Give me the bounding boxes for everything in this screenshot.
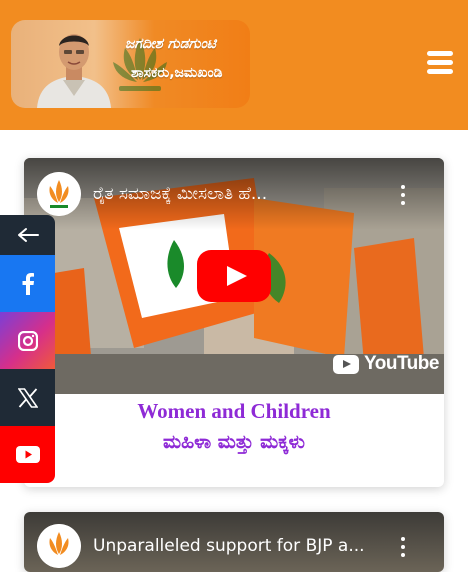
- video-card[interactable]: Unparalleled support for BJP a...: [24, 512, 444, 572]
- facebook-icon: [22, 272, 34, 295]
- bjp-lotus-icon[interactable]: [37, 172, 81, 216]
- instagram-icon: [17, 330, 38, 351]
- facebook-button[interactable]: [0, 255, 55, 312]
- youtube-icon: [15, 446, 40, 463]
- brand-name: ಜಗದೀಶ ಗುಡಗುಂಟಿ: [125, 36, 216, 52]
- social-toggle-button[interactable]: [0, 215, 55, 255]
- video-title[interactable]: ರೈತ ಸಮಾಜಕ್ಕೆ ಮೀಸಲಾತಿ ಹೆ...: [93, 184, 393, 204]
- video-card: ರೈತ ಸಮಾಜಕ್ಕೆ ಮೀಸಲಾತಿ ಹೆ... YouTube Women…: [24, 158, 444, 487]
- youtube-play-icon: [333, 354, 359, 374]
- play-button[interactable]: [197, 250, 271, 302]
- x-twitter-icon: [17, 387, 38, 408]
- leader-portrait: [37, 34, 111, 108]
- youtube-button[interactable]: [0, 426, 55, 483]
- hamburger-menu-icon[interactable]: [425, 49, 455, 77]
- bjp-lotus-icon[interactable]: [37, 524, 81, 568]
- video-embed[interactable]: ರೈತ ಸಮಾಜಕ್ಕೆ ಮೀಸಲಾತಿ ಹೆ... YouTube: [24, 158, 444, 394]
- more-options-icon[interactable]: [396, 532, 410, 562]
- video-caption-kannada: ಮಹಿಳಾ ಮತ್ತು ಮಕ್ಕಳು: [163, 431, 305, 453]
- brand-banner[interactable]: ಜಗದೀಶ ಗುಡಗುಂಟಿ ಶಾಸಕರು,ಜಮಖಂಡಿ: [11, 20, 250, 108]
- more-options-icon[interactable]: [396, 180, 410, 210]
- youtube-logo[interactable]: YouTube: [333, 353, 439, 375]
- youtube-wordmark: YouTube: [364, 353, 439, 374]
- arrow-left-icon: [17, 228, 39, 242]
- video-title[interactable]: Unparalleled support for BJP a...: [93, 536, 393, 556]
- video-caption-english: Women and Children: [137, 399, 331, 423]
- instagram-button[interactable]: [0, 312, 55, 369]
- site-header: ಜಗದೀಶ ಗುಡಗುಂಟಿ ಶಾಸಕರು,ಜಮಖಂಡಿ: [0, 0, 468, 130]
- x-twitter-button[interactable]: [0, 369, 55, 426]
- brand-title: ಶಾಸಕರು,ಜಮಖಂಡಿ: [131, 65, 223, 81]
